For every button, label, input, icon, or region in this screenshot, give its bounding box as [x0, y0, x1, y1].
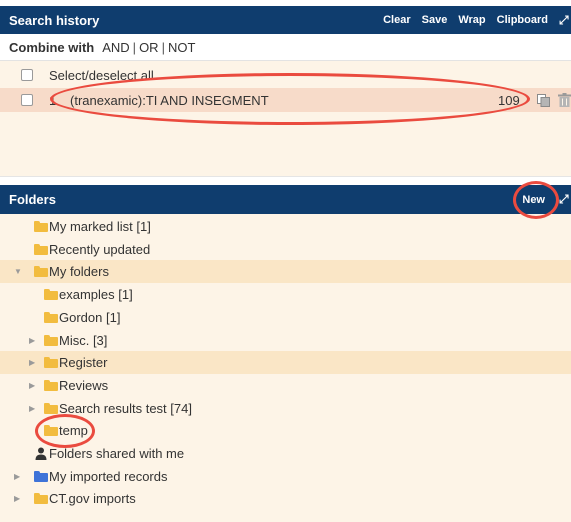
folder-my-folders[interactable]: ▼ My folders: [0, 260, 571, 283]
folder-label[interactable]: Gordon [1]: [59, 310, 120, 325]
folder-icon: [44, 312, 58, 323]
select-all-row: Select/deselect all: [0, 63, 571, 87]
folder-icon: [44, 289, 58, 300]
folder-register[interactable]: ▶ Register: [0, 351, 571, 374]
combine-not-link[interactable]: NOT: [168, 40, 195, 55]
combine-or-link[interactable]: OR: [139, 40, 159, 55]
folder-label[interactable]: Search results test [74]: [59, 401, 192, 416]
folder-ct-gov-imports[interactable]: ▶ CT.gov imports: [0, 487, 571, 510]
search-history-title: Search history: [9, 12, 100, 28]
folder-reviews[interactable]: ▶ Reviews: [0, 374, 571, 397]
caret-right-icon[interactable]: ▶: [29, 358, 39, 368]
folder-icon: [34, 221, 48, 232]
caret-right-icon[interactable]: ▶: [29, 404, 39, 414]
search-history-list: Select/deselect all 1 (tranexamic):TI AN…: [0, 61, 571, 176]
folder-label[interactable]: Recently updated: [49, 242, 150, 257]
folder-icon: [44, 357, 58, 368]
separator: |: [161, 40, 165, 55]
history-hits-count[interactable]: 109: [498, 93, 520, 108]
trash-icon[interactable]: [558, 93, 571, 107]
folder-icon: [34, 471, 48, 482]
folder-label[interactable]: My imported records: [49, 469, 167, 484]
copy-icon[interactable]: [537, 94, 550, 107]
caret-right-icon[interactable]: ▶: [29, 381, 39, 391]
select-all-checkbox[interactable]: [21, 69, 33, 81]
folders-shared-with-me[interactable]: Folders shared with me: [0, 442, 571, 465]
separator: |: [132, 40, 137, 55]
folder-icon: [34, 244, 48, 255]
wrap-button[interactable]: Wrap: [458, 14, 485, 26]
folder-icon: [34, 266, 48, 277]
caret-down-icon[interactable]: ▼: [14, 267, 24, 277]
folder-gordon[interactable]: Gordon [1]: [0, 306, 571, 329]
folder-label[interactable]: examples [1]: [59, 287, 133, 302]
panel-divider: [0, 176, 571, 185]
folder-search-results-test[interactable]: ▶ Search results test [74]: [0, 397, 571, 420]
folders-title: Folders: [9, 192, 56, 207]
folder-icon: [44, 425, 58, 436]
folder-icon: [44, 403, 58, 414]
caret-right-icon[interactable]: ▶: [14, 472, 24, 482]
history-row-number: 1: [49, 92, 57, 108]
new-folder-button[interactable]: New: [522, 194, 545, 206]
folder-icon: [44, 380, 58, 391]
folder-misc[interactable]: ▶ Misc. [3]: [0, 329, 571, 352]
folder-my-imported-records[interactable]: ▶ My imported records: [0, 465, 571, 488]
folder-icon: [34, 493, 48, 504]
folder-label[interactable]: My folders: [49, 264, 109, 279]
caret-right-icon[interactable]: ▶: [29, 336, 39, 346]
history-row[interactable]: 1 (tranexamic):TI AND INSEGMENT 109: [0, 88, 571, 112]
clear-button[interactable]: Clear: [383, 14, 411, 26]
clipboard-button[interactable]: Clipboard: [497, 14, 548, 26]
expand-icon[interactable]: ⤢: [559, 13, 569, 28]
folder-label[interactable]: My marked list [1]: [49, 219, 151, 234]
history-row-checkbox[interactable]: [21, 94, 33, 106]
folder-label[interactable]: Reviews: [59, 378, 108, 393]
search-history-header: Search history Clear Save Wrap Clipboard…: [0, 6, 571, 34]
folder-temp[interactable]: temp: [0, 419, 571, 442]
folder-recently-updated[interactable]: Recently updated: [0, 238, 571, 261]
folders-header: Folders New ⤢: [0, 185, 571, 214]
combine-with-bar: Combine with AND | OR | NOT: [0, 35, 571, 61]
expand-icon[interactable]: ⤢: [559, 192, 569, 207]
caret-right-icon[interactable]: ▶: [14, 494, 24, 504]
folder-label[interactable]: CT.gov imports: [49, 491, 136, 506]
history-query[interactable]: (tranexamic):TI AND INSEGMENT: [70, 93, 269, 108]
folder-icon: [44, 335, 58, 346]
folder-label[interactable]: temp: [59, 423, 88, 438]
folder-label[interactable]: Register: [59, 355, 107, 370]
person-icon: [35, 447, 47, 460]
folder-label[interactable]: Folders shared with me: [49, 446, 184, 461]
folder-my-marked-list[interactable]: My marked list [1]: [0, 215, 571, 238]
folder-tree: My marked list [1] Recently updated ▼ My fo…: [0, 214, 571, 522]
combine-with-label: Combine with: [9, 40, 95, 55]
folder-examples[interactable]: examples [1]: [0, 283, 571, 306]
select-all-label[interactable]: Select/deselect all: [49, 68, 154, 83]
save-button[interactable]: Save: [422, 14, 448, 26]
folder-label[interactable]: Misc. [3]: [59, 333, 107, 348]
combine-and-link[interactable]: AND: [102, 40, 129, 55]
